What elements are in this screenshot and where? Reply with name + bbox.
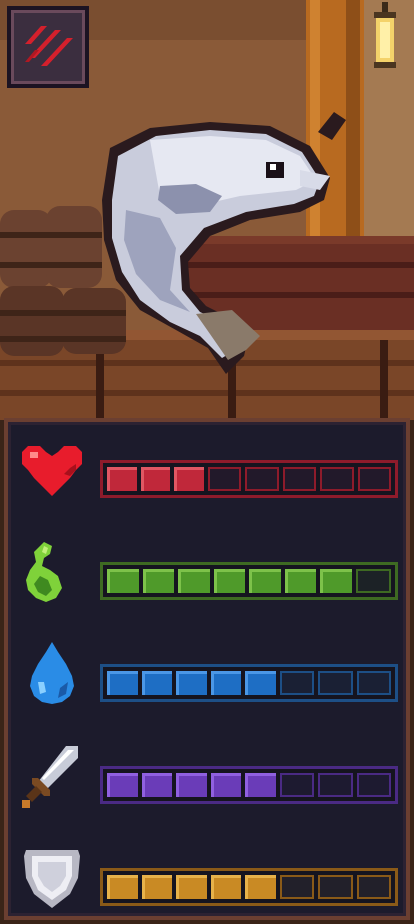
defense-bar-segment [176, 875, 207, 899]
defense-bar-segment [279, 875, 314, 899]
water-bar-segment [176, 671, 207, 695]
health-bar-segment [320, 467, 354, 491]
leaf-icon [26, 542, 62, 602]
stats-panel [4, 418, 410, 920]
attack-bar-segment [245, 773, 276, 797]
attack-row [8, 728, 406, 818]
health-bar-segment [107, 467, 137, 491]
attack-bar-segment [279, 773, 314, 797]
health-bar-segment [140, 467, 170, 491]
stamina-bar-segment [320, 569, 352, 593]
defense-bar-segment [245, 875, 276, 899]
stamina-bar-segment [284, 569, 316, 593]
claw-marks-icon [25, 26, 73, 66]
stamina-bar [100, 562, 398, 600]
attack-bar-segment [210, 773, 241, 797]
attack-bar-segment [356, 773, 391, 797]
health-bar-segment [282, 467, 316, 491]
stamina-row [8, 524, 406, 614]
menu-button[interactable] [7, 6, 89, 88]
health-bar-segment [245, 467, 279, 491]
water-bar-segment [210, 671, 241, 695]
defense-bar [100, 868, 398, 906]
water-row [8, 626, 406, 716]
water-bar-segment [141, 671, 172, 695]
defense-bar-segment [356, 875, 391, 899]
water-bar-segment [356, 671, 391, 695]
water-bar-segment [318, 671, 353, 695]
defense-bar-segment [210, 875, 241, 899]
defense-bar-segment [107, 875, 138, 899]
health-bar-segment [207, 467, 241, 491]
defense-row [8, 830, 406, 920]
attack-bar-segment [107, 773, 138, 797]
health-bar [100, 460, 398, 498]
attack-bar-segment [176, 773, 207, 797]
health-row [8, 422, 406, 512]
health-bar-segment [357, 467, 391, 491]
defense-bar-segment [318, 875, 353, 899]
water-drop-icon [30, 642, 74, 704]
attack-bar [100, 766, 398, 804]
stamina-bar-segment [142, 569, 174, 593]
stamina-bar-segment [249, 569, 281, 593]
water-bar-segment [107, 671, 138, 695]
health-bar-segment [174, 467, 204, 491]
defense-bar-segment [141, 875, 172, 899]
water-bar [100, 664, 398, 702]
game-scene [0, 0, 414, 420]
attack-bar-segment [318, 773, 353, 797]
stamina-bar-segment [178, 569, 210, 593]
sword-icon [22, 746, 78, 808]
attack-bar-segment [141, 773, 172, 797]
stamina-bar-segment [355, 569, 391, 593]
shield-icon [24, 850, 80, 908]
water-bar-segment [245, 671, 276, 695]
heart-icon [22, 446, 82, 496]
water-bar-segment [279, 671, 314, 695]
stamina-bar-segment [107, 569, 139, 593]
stamina-bar-segment [213, 569, 245, 593]
